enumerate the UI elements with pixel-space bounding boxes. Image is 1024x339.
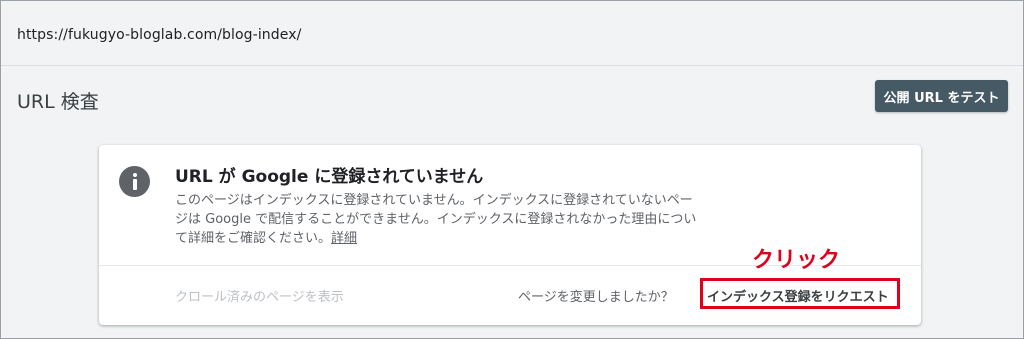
screenshot-frame: https://fukugyo-bloglab.com/blog-index/ … bbox=[0, 0, 1024, 339]
inspected-url: https://fukugyo-bloglab.com/blog-index/ bbox=[17, 27, 302, 43]
page-title: URL 検査 bbox=[17, 91, 99, 113]
test-live-url-button[interactable]: 公開 URL をテスト bbox=[875, 80, 1008, 112]
learn-more-link[interactable]: 詳細 bbox=[331, 231, 357, 246]
inspected-url-bar: https://fukugyo-bloglab.com/blog-index/ bbox=[1, 1, 1023, 66]
info-icon bbox=[119, 166, 150, 197]
highlight-box bbox=[700, 278, 900, 309]
page-changed-question: ページを変更しましたか？ bbox=[518, 290, 674, 305]
status-title: URL が Google に登録されていません bbox=[175, 167, 484, 187]
status-description: このページはインデックスに登録されていません。インデックスに登録されていないペー… bbox=[175, 191, 705, 248]
view-crawled-page-button[interactable]: クロール済みのページを表示 bbox=[175, 286, 344, 305]
status-description-text: このページはインデックスに登録されていません。インデックスに登録されていないペー… bbox=[175, 193, 697, 246]
click-annotation: クリック bbox=[752, 248, 841, 273]
